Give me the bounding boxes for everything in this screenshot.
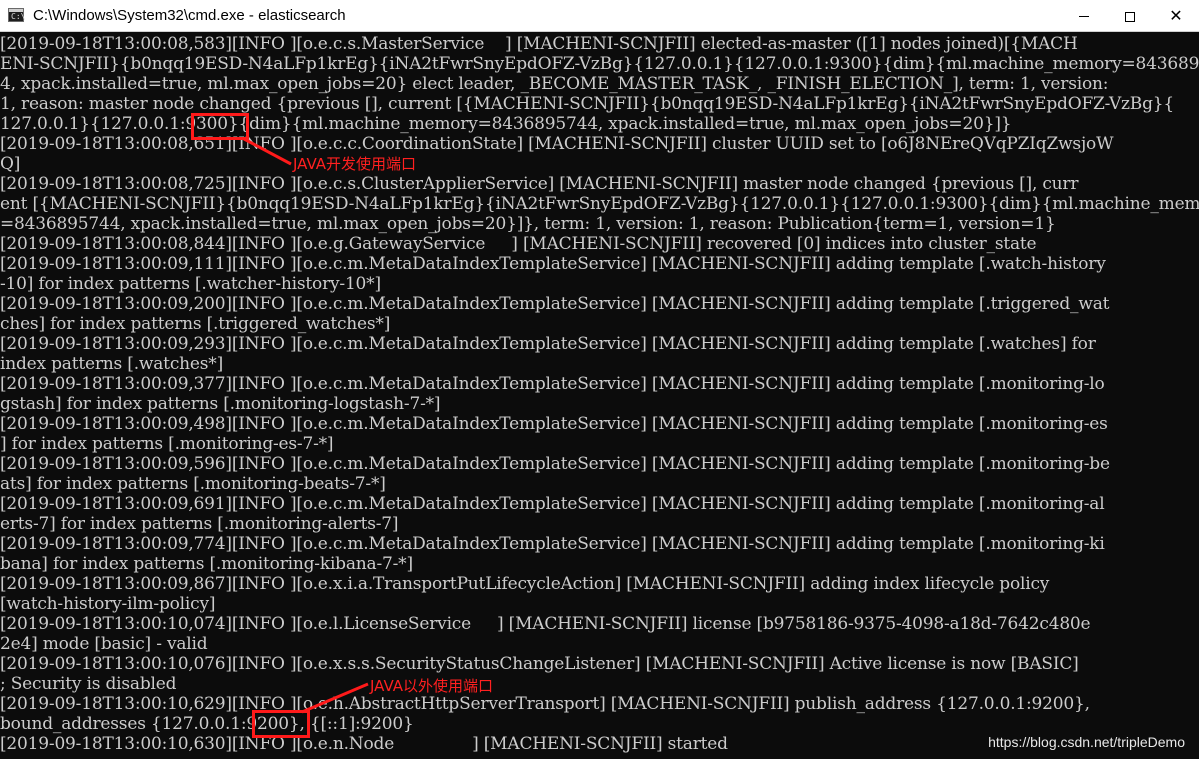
non-java-port-label: JAVA以外使用端口 [370, 677, 494, 695]
minimize-button[interactable] [1061, 0, 1107, 31]
watermark: https://blog.csdn.net/tripleDemo [988, 734, 1185, 750]
window-title: C:\Windows\System32\cmd.exe - elasticsea… [33, 7, 346, 24]
close-icon: ✕ [1169, 6, 1183, 25]
maximize-button[interactable] [1107, 0, 1153, 31]
cmd-icon-glyph: C:\ [11, 12, 26, 21]
console-line: [2019-09-18T13:00:09,596][INFO ][o.e.c.m… [0, 454, 1110, 474]
console-line: -10] for index patterns [.watcher-histor… [0, 274, 381, 294]
cmd-icon[interactable]: C:\ [8, 8, 26, 22]
console-line: erts-7] for index patterns [.monitoring-… [0, 514, 399, 534]
console-line: ches] for index patterns [.triggered_wat… [0, 314, 391, 334]
console-line: ; Security is disabled [0, 674, 177, 694]
console-line: Q] [0, 154, 21, 174]
console-line: bana] for index patterns [.monitoring-ki… [0, 554, 413, 574]
console-line: [2019-09-18T13:00:09,867][INFO ][o.e.x.i… [0, 574, 1050, 594]
console-lines: [2019-09-18T13:00:08,583][INFO ][o.e.c.s… [0, 34, 1199, 754]
console-line: [2019-09-18T13:00:09,111][INFO ][o.e.c.m… [0, 254, 1106, 274]
title-bar[interactable]: C:\ C:\Windows\System32\cmd.exe - elasti… [0, 0, 1199, 32]
console-line: [2019-09-18T13:00:10,629][INFO ][o.e.h.A… [0, 694, 1090, 714]
port-9300-highlight [191, 113, 249, 140]
console-line: [2019-09-18T13:00:09,691][INFO ][o.e.c.m… [0, 494, 1105, 514]
console-line: [2019-09-18T13:00:10,074][INFO ][o.e.l.L… [0, 614, 1091, 634]
console-line: [2019-09-18T13:00:10,076][INFO ][o.e.x.s… [0, 654, 1079, 674]
console-line: ent [{MACHENI-SCNJFII}{b0nqq19ESD-N4aLFp… [0, 194, 1199, 214]
java-dev-port-label: JAVA开发使用端口 [293, 155, 417, 173]
console-line: 4, xpack.installed=true, ml.max_open_job… [0, 74, 1109, 94]
console-line: [watch-history-ilm-policy] [0, 594, 216, 614]
console-output[interactable]: [2019-09-18T13:00:08,583][INFO ][o.e.c.s… [0, 34, 1199, 759]
console-line: [2019-09-18T13:00:09,774][INFO ][o.e.c.m… [0, 534, 1105, 554]
console-line: [2019-09-18T13:00:09,498][INFO ][o.e.c.m… [0, 414, 1108, 434]
console-line: =8436895744, xpack.installed=true, ml.ma… [0, 214, 1056, 234]
maximize-icon [1125, 11, 1135, 22]
console-line: [2019-09-18T13:00:08,725][INFO ][o.e.c.s… [0, 174, 1079, 194]
minimize-icon [1079, 16, 1089, 17]
console-line: ENI-SCNJFII}{b0nqq19ESD-N4aLFp1krEg}{iNA… [0, 54, 1199, 74]
console-line: index patterns [.watches*] [0, 354, 224, 374]
console-line: ] for index patterns [.monitoring-es-7-*… [0, 434, 334, 454]
console-line: 1, reason: master node changed {previous… [0, 94, 1175, 114]
port-9200-highlight [252, 710, 310, 738]
console-line: [2019-09-18T13:00:08,651][INFO ][o.e.c.c… [0, 134, 1114, 154]
console-line: [2019-09-18T13:00:08,844][INFO ][o.e.g.G… [0, 234, 1037, 254]
console-line: [2019-09-18T13:00:09,377][INFO ][o.e.c.m… [0, 374, 1105, 394]
console-line: bound_addresses {127.0.0.1:9200}, {[::1]… [0, 714, 414, 734]
console-line: 127.0.0.1}{127.0.0.1:9300}{dim}{ml.machi… [0, 114, 1012, 134]
console-line: [2019-09-18T13:00:09,200][INFO ][o.e.c.m… [0, 294, 1110, 314]
console-line: ats] for index patterns [.monitoring-bea… [0, 474, 386, 494]
console-line: [2019-09-18T13:00:08,583][INFO ][o.e.c.s… [0, 34, 1078, 54]
console-line: 2e4] mode [basic] - valid [0, 634, 208, 654]
console-line: gstash] for index patterns [.monitoring-… [0, 394, 441, 414]
console-line: [2019-09-18T13:00:09,293][INFO ][o.e.c.m… [0, 334, 1096, 354]
close-button[interactable]: ✕ [1153, 0, 1199, 31]
